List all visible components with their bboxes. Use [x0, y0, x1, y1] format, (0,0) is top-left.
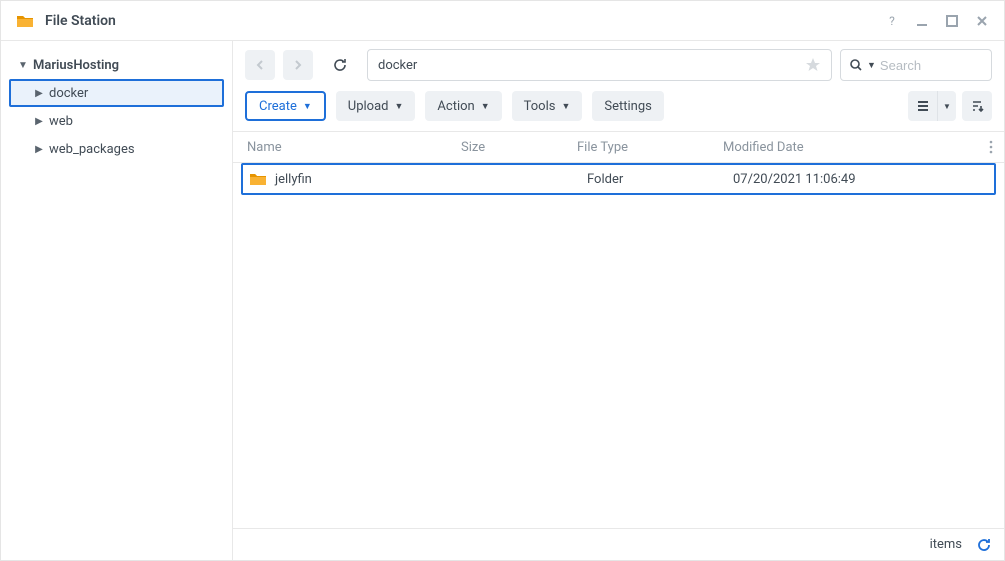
action-button[interactable]: Action ▼ — [425, 91, 501, 121]
chevron-down-icon: ▼ — [303, 101, 312, 112]
help-icon[interactable]: ? — [884, 13, 900, 29]
action-toolbar: Create ▼ Upload ▼ Action ▼ Tools ▼ Setti… — [233, 89, 1004, 131]
statusbar: items — [233, 528, 1004, 560]
favorite-icon[interactable] — [805, 57, 821, 73]
tools-button[interactable]: Tools ▼ — [512, 91, 583, 121]
path-input[interactable]: docker — [367, 49, 832, 81]
table-row[interactable]: jellyfin Folder 07/20/2021 11:06:49 — [241, 163, 996, 195]
column-menu-icon[interactable] — [978, 140, 1004, 154]
column-type[interactable]: File Type — [577, 140, 723, 155]
search-input[interactable] — [880, 58, 1005, 73]
app-window: File Station ? ▼ MariusHosting ▶ docker … — [0, 0, 1005, 561]
settings-button[interactable]: Settings — [592, 91, 663, 121]
body: ▼ MariusHosting ▶ docker ▶ web ▶ web_pac… — [1, 41, 1004, 560]
row-name: jellyfin — [275, 172, 312, 187]
tree-item-web-packages[interactable]: ▶ web_packages — [1, 135, 232, 163]
tree-item-docker[interactable]: ▶ docker — [9, 79, 224, 107]
refresh-button[interactable] — [325, 50, 355, 80]
chevron-down-icon: ▼ — [17, 60, 29, 71]
button-label: Settings — [604, 99, 651, 114]
button-label: Tools — [524, 99, 556, 114]
status-refresh-button[interactable] — [976, 537, 992, 553]
window-controls: ? — [884, 13, 990, 29]
path-text: docker — [378, 58, 417, 73]
svg-text:?: ? — [889, 14, 895, 28]
create-button[interactable]: Create ▼ — [245, 91, 326, 121]
view-dropdown-button[interactable]: ▼ — [938, 91, 956, 121]
chevron-right-icon: ▶ — [33, 88, 45, 99]
button-label: Create — [259, 99, 297, 114]
row-date: 07/20/2021 11:06:49 — [733, 172, 968, 187]
main-panel: docker ▼ Create ▼ — [233, 41, 1004, 560]
chevron-down-icon: ▼ — [395, 101, 404, 112]
search-icon — [849, 58, 863, 72]
sidebar: ▼ MariusHosting ▶ docker ▶ web ▶ web_pac… — [1, 41, 233, 560]
grid-header: Name Size File Type Modified Date — [233, 131, 1004, 163]
tree-item-web[interactable]: ▶ web — [1, 107, 232, 135]
grid-body: jellyfin Folder 07/20/2021 11:06:49 — [233, 163, 1004, 528]
items-label: items — [930, 537, 962, 552]
upload-button[interactable]: Upload ▼ — [336, 91, 416, 121]
chevron-down-icon[interactable]: ▼ — [867, 60, 876, 71]
back-button[interactable] — [245, 50, 275, 80]
row-type: Folder — [587, 172, 733, 187]
folder-icon — [249, 172, 267, 186]
button-label: Action — [437, 99, 474, 114]
button-label: Upload — [348, 99, 389, 114]
app-title: File Station — [45, 13, 884, 29]
view-controls: ▼ — [908, 91, 992, 121]
close-icon[interactable] — [974, 13, 990, 29]
maximize-icon[interactable] — [944, 13, 960, 29]
tree-item-label: web — [49, 114, 73, 129]
sort-button[interactable] — [962, 91, 992, 121]
list-view-button[interactable] — [908, 91, 938, 121]
tree-root[interactable]: ▼ MariusHosting — [1, 51, 232, 79]
chevron-right-icon: ▶ — [33, 144, 45, 155]
chevron-right-icon: ▶ — [33, 116, 45, 127]
column-date[interactable]: Modified Date — [723, 140, 978, 155]
column-size[interactable]: Size — [461, 140, 577, 155]
chevron-down-icon: ▼ — [561, 101, 570, 112]
app-icon — [15, 11, 35, 31]
search-box[interactable]: ▼ — [840, 49, 992, 81]
forward-button[interactable] — [283, 50, 313, 80]
tree-item-label: web_packages — [49, 142, 135, 157]
nav-toolbar: docker ▼ — [233, 41, 1004, 89]
minimize-icon[interactable] — [914, 13, 930, 29]
column-name[interactable]: Name — [233, 140, 461, 155]
tree-item-label: docker — [49, 86, 88, 101]
tree-root-label: MariusHosting — [33, 58, 119, 73]
chevron-down-icon: ▼ — [481, 101, 490, 112]
titlebar: File Station ? — [1, 1, 1004, 41]
